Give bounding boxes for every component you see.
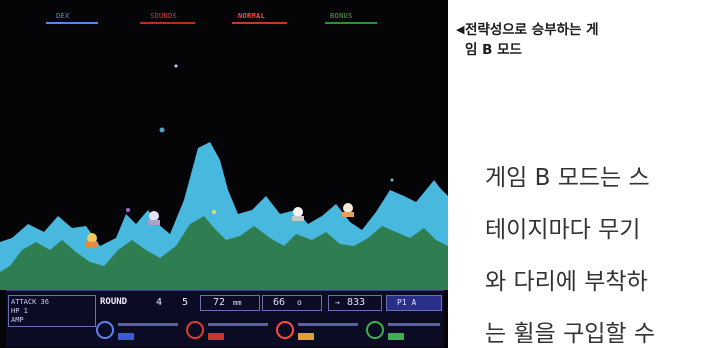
body-line: 는 휠을 구입할 수	[485, 321, 656, 347]
status-line: AMP	[11, 316, 24, 324]
player3-icon	[276, 321, 294, 339]
player2-icon	[186, 321, 204, 339]
player3-chip	[298, 333, 314, 340]
body-line: 게임 B 모드는 스	[485, 165, 650, 191]
distance-box: 72 mm	[200, 295, 260, 311]
caption-line: 임 B 모드	[465, 42, 522, 58]
body-line: 와 다리에 부착하	[485, 269, 648, 295]
battlefield	[0, 64, 448, 290]
player2-chip	[208, 333, 224, 340]
angle-unit: o	[297, 298, 302, 307]
player-tag-text: P1 A	[397, 298, 417, 307]
projectile	[174, 64, 178, 68]
status-box: ATTACK 36 HP 1 AMP	[8, 295, 96, 327]
status-line: HP 1	[11, 307, 28, 315]
spark	[126, 208, 130, 212]
robot-player4	[342, 203, 354, 217]
body-line: 테이지마다 무기	[485, 217, 641, 243]
debris	[159, 127, 165, 133]
caption-arrow-icon: ◀	[456, 23, 465, 36]
angle-box: 66 o	[262, 295, 322, 311]
player4-gauge	[388, 323, 440, 326]
player-tag: P1 A	[386, 295, 442, 311]
debris	[390, 178, 394, 182]
player1-gauge	[118, 323, 178, 326]
distance-unit: mm	[233, 299, 242, 307]
robot-player3	[292, 207, 304, 221]
spark	[212, 210, 216, 214]
round-label: ROUND	[100, 297, 128, 307]
angle-value: 66	[273, 297, 286, 308]
arrow-icon: →	[335, 298, 340, 307]
article-column: ◀ 전략성으로 승부하는 게 임 B 모드 게임 B 모드는 스 테이지마다 무…	[455, 0, 705, 348]
player1-icon	[96, 321, 114, 339]
distance-value: 72	[213, 297, 226, 308]
score-box: → 833	[328, 295, 382, 311]
player1-chip	[118, 333, 134, 340]
caption-line: 전략성으로 승부하는 게	[465, 22, 599, 38]
player2-gauge	[208, 323, 268, 326]
round-value-a: 4	[156, 297, 163, 308]
round-value-b: 5	[182, 297, 189, 308]
game-screenshot: DEX SOUNDS NORMAL BONUS ATTACK 36 HP 1 A…	[0, 0, 448, 348]
status-line: ATTACK 36	[11, 298, 49, 306]
figure-caption: ◀ 전략성으로 승부하는 게 임 B 모드	[456, 20, 705, 60]
player3-gauge	[298, 323, 358, 326]
score-value: 833	[347, 297, 366, 308]
player4-icon	[366, 321, 384, 339]
player4-chip	[388, 333, 404, 340]
control-panel: ATTACK 36 HP 1 AMP ROUND 4 5 72 mm 66 o …	[6, 290, 444, 347]
